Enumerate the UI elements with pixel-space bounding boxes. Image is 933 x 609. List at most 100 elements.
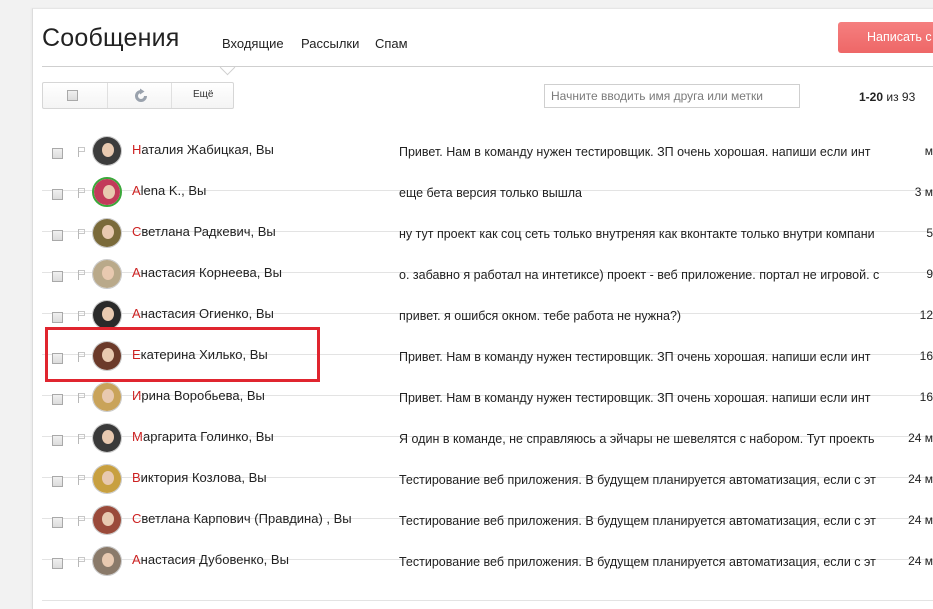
- avatar-face: [102, 512, 114, 526]
- avatar[interactable]: [92, 136, 122, 166]
- avatar[interactable]: [92, 259, 122, 289]
- pager-total: из 93: [886, 90, 916, 104]
- sender-name-rest: аргарита Голинко, Вы: [142, 429, 274, 444]
- flag-icon[interactable]: [78, 270, 86, 280]
- message-checkbox[interactable]: [52, 148, 63, 159]
- sender-name[interactable]: Анастасия Дубовенко, Вы: [132, 552, 289, 567]
- avatar[interactable]: [92, 300, 122, 330]
- page-title: Сообщения: [42, 24, 180, 52]
- message-snippet[interactable]: привет. я ошибся окном. тебе работа не н…: [399, 309, 892, 323]
- message-date: 12: [919, 308, 933, 322]
- avatar-face: [102, 225, 114, 239]
- toolbar-divider: [171, 83, 172, 108]
- sender-name[interactable]: Светлана Радкевич, Вы: [132, 224, 276, 239]
- message-checkbox[interactable]: [52, 476, 63, 487]
- message-snippet[interactable]: Привет. Нам в команду нужен тестировщик.…: [399, 391, 892, 405]
- message-checkbox[interactable]: [52, 271, 63, 282]
- select-all-checkbox[interactable]: [67, 90, 78, 101]
- sender-name-rest: иктория Козлова, Вы: [140, 470, 267, 485]
- avatar[interactable]: [92, 423, 122, 453]
- message-checkbox[interactable]: [52, 394, 63, 405]
- message-snippet[interactable]: Привет. Нам в команду нужен тестировщик.…: [399, 350, 892, 364]
- message-snippet[interactable]: Тестирование веб приложения. В будущем п…: [399, 555, 892, 569]
- sender-name-rest: настасия Дубовенко, Вы: [140, 552, 289, 567]
- sender-name-rest: аталия Жабицкая, Вы: [141, 142, 274, 157]
- message-checkbox[interactable]: [52, 517, 63, 528]
- avatar[interactable]: [92, 546, 122, 576]
- message-toolbar: Ещё: [42, 82, 234, 109]
- message-date: м: [924, 144, 933, 158]
- avatar[interactable]: [92, 464, 122, 494]
- flag-icon[interactable]: [78, 188, 86, 198]
- sender-initial: И: [132, 388, 142, 403]
- avatar[interactable]: [92, 382, 122, 412]
- flag-icon[interactable]: [78, 516, 86, 526]
- message-date: 16: [919, 349, 933, 363]
- flag-icon[interactable]: [78, 557, 86, 567]
- sender-initial: А: [132, 306, 141, 321]
- message-checkbox[interactable]: [52, 189, 63, 200]
- sender-initial: A: [132, 183, 141, 198]
- flag-icon[interactable]: [78, 434, 86, 444]
- tab-inbox[interactable]: Входящие: [222, 36, 284, 51]
- sender-initial: А: [132, 552, 141, 567]
- message-date: 24 м: [908, 431, 933, 445]
- message-date: 9: [926, 267, 933, 281]
- message-snippet[interactable]: Тестирование веб приложения. В будущем п…: [399, 514, 892, 528]
- avatar[interactable]: [92, 177, 122, 207]
- message-date: 3 м: [914, 185, 933, 199]
- pagination-info: 1-20 из 93: [859, 90, 915, 104]
- sender-initial: С: [132, 511, 142, 526]
- avatar[interactable]: [92, 218, 122, 248]
- message-snippet[interactable]: Тестирование веб приложения. В будущем п…: [399, 473, 892, 487]
- avatar-face: [102, 389, 114, 403]
- avatar-face: [102, 553, 114, 567]
- message-row[interactable]: Анастасия Дубовенко, Вы Тестирование веб …: [42, 546, 933, 601]
- message-snippet[interactable]: ну тут проект как соц сеть только внутре…: [399, 227, 892, 241]
- flag-icon[interactable]: [78, 475, 86, 485]
- sender-name[interactable]: Анастасия Огиенко, Вы: [132, 306, 274, 321]
- message-snippet[interactable]: о. забавно я работал на интетиксе) проек…: [399, 268, 892, 282]
- avatar-face: [102, 430, 114, 444]
- avatar[interactable]: [92, 505, 122, 535]
- sender-name-rest: настасия Огиенко, Вы: [140, 306, 274, 321]
- sender-initial: В: [132, 470, 141, 485]
- message-date: 5: [926, 226, 933, 240]
- header-divider: [42, 66, 933, 67]
- compose-button[interactable]: Написать с: [838, 22, 933, 53]
- sender-name[interactable]: Маргарита Голинко, Вы: [132, 429, 274, 444]
- sender-initial: М: [132, 429, 143, 444]
- sender-name[interactable]: Светлана Карпович (Правдина) , Вы: [132, 511, 352, 526]
- message-checkbox[interactable]: [52, 312, 63, 323]
- row-divider: [42, 600, 933, 601]
- sender-name[interactable]: Виктория Козлова, Вы: [132, 470, 267, 485]
- message-date: 16: [919, 390, 933, 404]
- tab-spam[interactable]: Спам: [375, 36, 408, 51]
- avatar-face: [102, 143, 114, 157]
- refresh-icon[interactable]: [132, 87, 150, 105]
- more-button[interactable]: Ещё: [193, 89, 213, 100]
- flag-icon[interactable]: [78, 147, 86, 157]
- message-snippet[interactable]: Привет. Нам в команду нужен тестировщик.…: [399, 145, 892, 159]
- sender-name[interactable]: Ирина Воробьева, Вы: [132, 388, 265, 403]
- flag-icon[interactable]: [78, 393, 86, 403]
- sender-name[interactable]: Наталия Жабицкая, Вы: [132, 142, 274, 157]
- tab-newsletters[interactable]: Рассылки: [301, 36, 359, 51]
- message-checkbox[interactable]: [52, 435, 63, 446]
- pager-range: 1-20: [859, 90, 884, 104]
- flag-icon[interactable]: [78, 311, 86, 321]
- message-checkbox[interactable]: [52, 558, 63, 569]
- sender-initial: С: [132, 224, 142, 239]
- sender-name[interactable]: Alena K., Вы: [132, 183, 206, 198]
- avatar-face: [102, 307, 114, 321]
- sender-name[interactable]: Анастасия Корнеева, Вы: [132, 265, 282, 280]
- message-snippet[interactable]: еще бета версия только вышла: [399, 186, 892, 200]
- message-snippet[interactable]: Я один в команде, не справляюсь а эйчары…: [399, 432, 892, 446]
- message-date: 24 м: [908, 472, 933, 486]
- message-date: 24 м: [908, 513, 933, 527]
- message-checkbox[interactable]: [52, 230, 63, 241]
- flag-icon[interactable]: [78, 229, 86, 239]
- friend-search-input[interactable]: [544, 84, 800, 108]
- highlight-box: [45, 327, 320, 382]
- sender-name-rest: ветлана Радкевич, Вы: [141, 224, 276, 239]
